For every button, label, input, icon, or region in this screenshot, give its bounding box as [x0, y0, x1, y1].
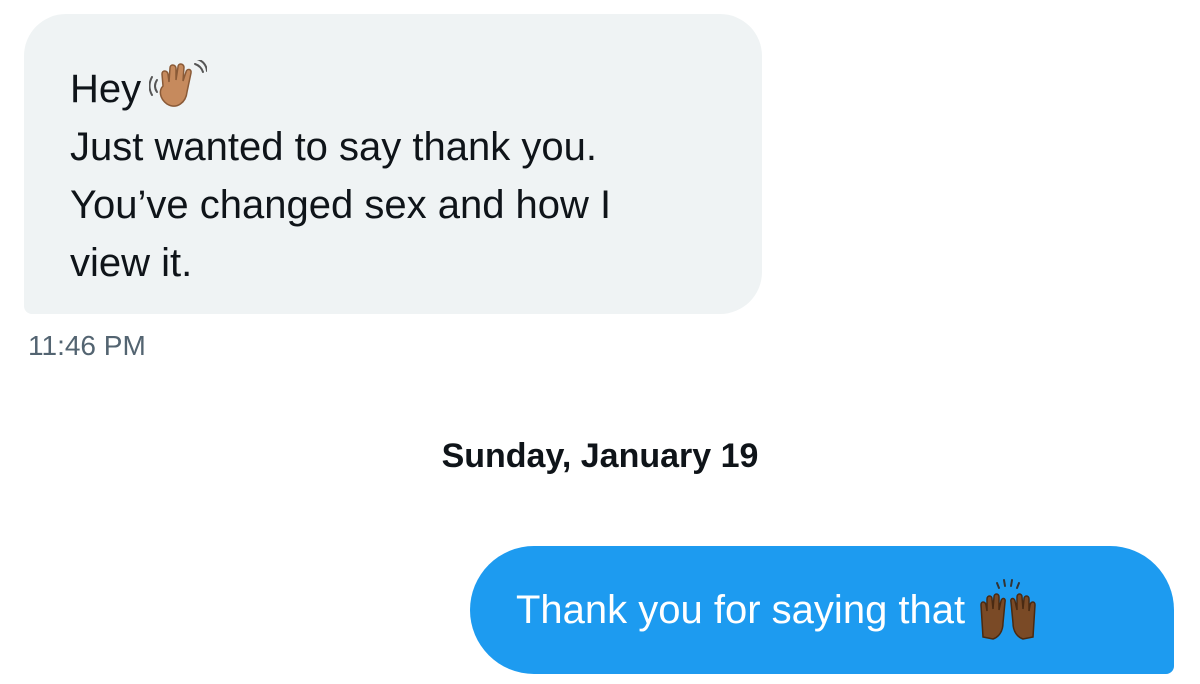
message-timestamp: 11:46 PM: [28, 330, 146, 361]
incoming-message-line: Hey: [70, 60, 722, 118]
incoming-message-line: view it.: [70, 241, 193, 285]
incoming-message-line: Just wanted to say thank you.: [70, 125, 597, 169]
dm-conversation: Hey Just wanted to say thank you. You’ve…: [0, 0, 1200, 684]
outgoing-message-bubble[interactable]: Thank you for saying that: [470, 546, 1174, 674]
outgoing-message-text: Thank you for saying that: [516, 588, 966, 632]
waving-hand-icon: [149, 60, 208, 107]
incoming-message-line: You’ve changed sex and how I: [70, 183, 612, 227]
date-divider: Sunday, January 19: [441, 437, 759, 475]
incoming-message-bubble[interactable]: Hey Just wanted to say thank you. You’ve…: [24, 14, 762, 314]
raising-hands-icon: [980, 579, 1036, 640]
